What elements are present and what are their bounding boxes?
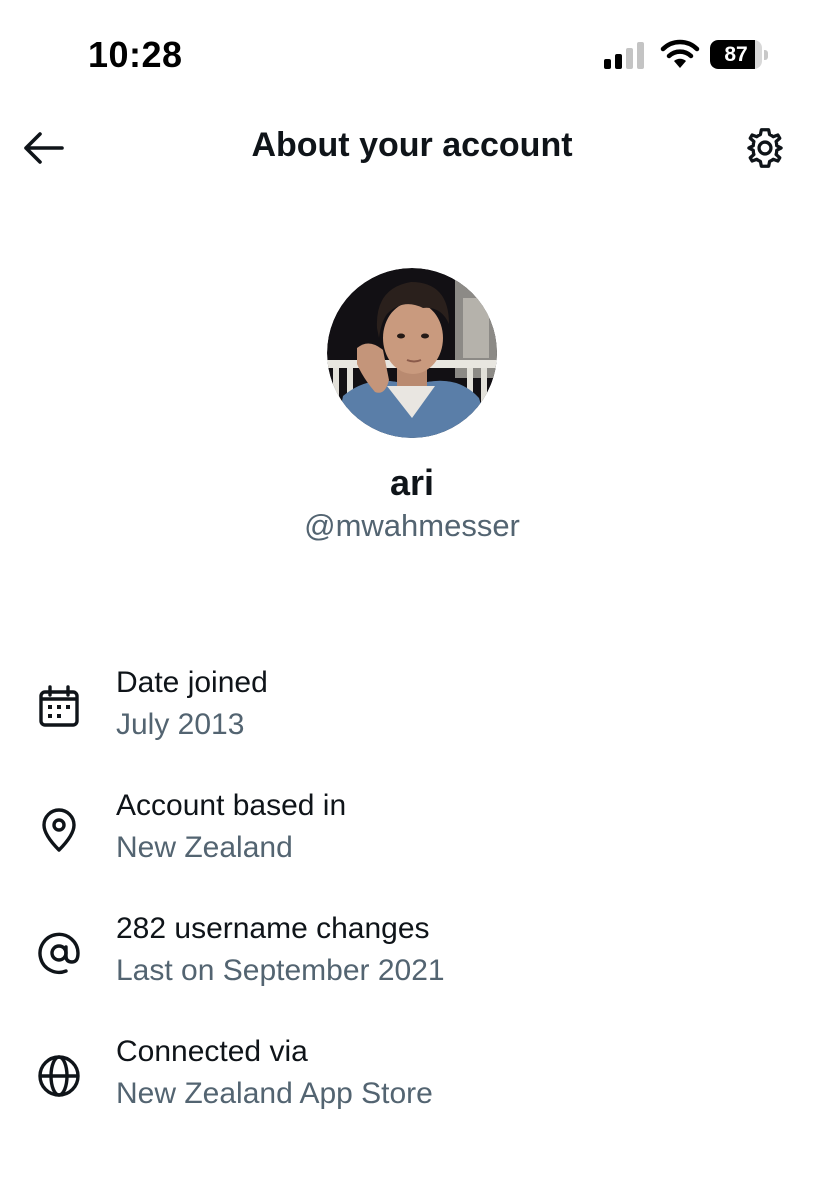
profile-name: ari	[389, 462, 435, 503]
info-row-date-joined: Date joined July 2013	[0, 660, 824, 760]
status-time: 10:28	[88, 34, 183, 75]
at-sign-icon	[38, 932, 80, 975]
status-bar: 10:28 87	[0, 0, 824, 110]
header-bar: About your account	[0, 110, 824, 186]
info-value: Last on September 2021	[116, 954, 445, 987]
profile-handle: @mwahmesser	[304, 508, 520, 543]
globe-icon	[38, 1055, 80, 1097]
info-value: New Zealand App Store	[116, 1077, 433, 1110]
wifi-icon	[660, 39, 700, 68]
info-value: New Zealand	[116, 831, 293, 864]
battery-indicator: 87	[710, 40, 768, 69]
info-label: Account based in	[116, 789, 347, 822]
info-row-account-location: Account based in New Zealand	[0, 783, 824, 883]
battery-body: 87	[710, 40, 762, 69]
battery-cap	[764, 50, 768, 60]
page-title: About your account	[251, 126, 573, 164]
avatar-photo	[327, 268, 497, 438]
info-label: Connected via	[116, 1035, 308, 1068]
info-value: July 2013	[116, 708, 245, 741]
calendar-icon	[39, 685, 79, 727]
info-label: Date joined	[116, 666, 268, 699]
avatar[interactable]	[327, 268, 497, 438]
gear-icon	[747, 128, 783, 168]
info-label: 282 username changes	[116, 912, 430, 945]
location-pin-icon	[42, 808, 76, 852]
cellular-signal-icon	[604, 42, 644, 69]
battery-percent: 87	[724, 43, 748, 66]
info-row-username-changes: 282 username changes Last on September 2…	[0, 906, 824, 1006]
settings-button[interactable]	[738, 122, 792, 174]
info-row-connected-via: Connected via New Zealand App Store	[0, 1029, 824, 1129]
